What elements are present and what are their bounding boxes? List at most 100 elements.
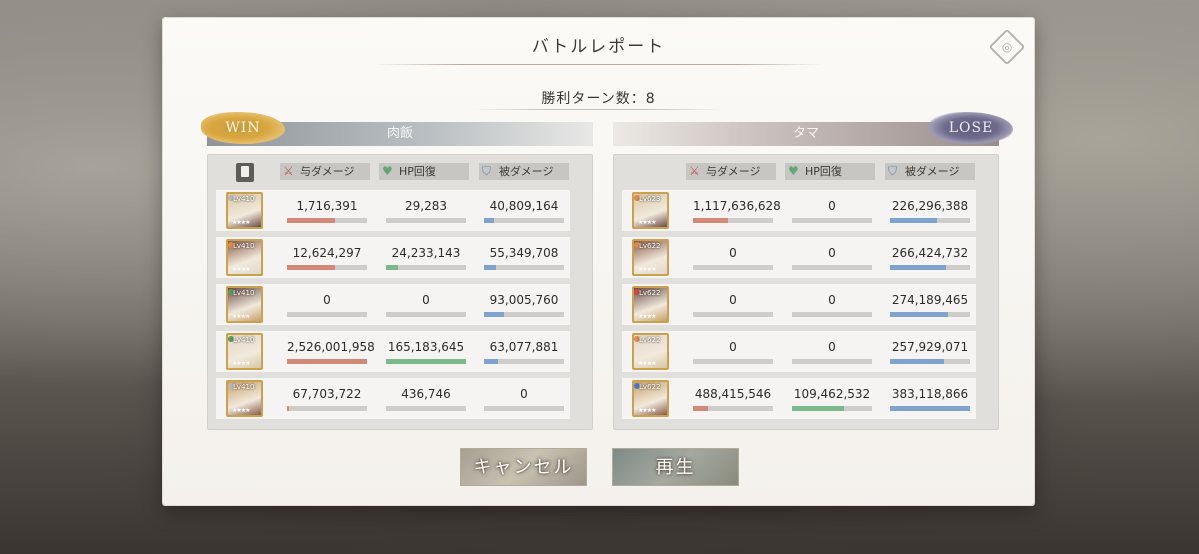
hp-recovered-value: 109,462,532 (793, 387, 871, 401)
hp-recovered-cell: 0 (792, 190, 872, 231)
damage-dealt-value: 2,526,001,958 (287, 340, 375, 354)
damage-taken-value: 40,809,164 (489, 199, 559, 213)
character-avatar[interactable]: Lv622 ★★★★ (632, 239, 669, 276)
header-taken: ⛉ 被ダメージ (885, 163, 975, 180)
damage-dealt-value: 12,624,297 (292, 246, 362, 260)
damage-taken-bar-fill (484, 265, 496, 270)
hp-recovered-bar (792, 312, 872, 317)
level-label: Lv622 (639, 383, 661, 391)
header-hp: ♥ HP回復 (379, 163, 469, 180)
hp-recovered-value: 0 (828, 293, 836, 307)
damage-taken-bar-fill (890, 406, 970, 411)
hp-recovered-cell: 0 (792, 284, 872, 325)
damage-dealt-bar (287, 359, 367, 364)
character-avatar[interactable]: Lv410 ★★★★ (226, 192, 263, 229)
header-taken: ⛉ 被ダメージ (479, 163, 569, 180)
play-button[interactable]: 再生 (612, 448, 739, 486)
rarity-stars-icon: ★★★★ (638, 266, 656, 273)
hp-recovered-bar (792, 359, 872, 364)
rarity-stars-icon: ★★★★ (638, 360, 656, 367)
hp-recovered-bar (386, 406, 466, 411)
damage-dealt-cell: 1,117,636,628 (693, 190, 781, 231)
header-hp: ♥ HP回復 (785, 163, 875, 180)
hp-recovered-value: 0 (828, 340, 836, 354)
damage-dealt-value: 488,415,546 (694, 387, 772, 401)
damage-dealt-bar-fill (693, 406, 708, 411)
hp-recovered-bar (792, 406, 872, 411)
character-avatar[interactable]: Lv410 ★★★★ (226, 239, 263, 276)
right-team: タマ LOSE ⚔ 与ダメージ ♥ HP回復 ⛉ 被ダメージ Lv623 ★★★★ 1,1… (613, 112, 1013, 430)
damage-taken-value: 0 (520, 387, 528, 401)
header-damage-label: 与ダメージ (706, 165, 761, 178)
damage-taken-bar-fill (484, 312, 504, 317)
member-row: Lv622 ★★★★ 0 0 274,189,465 (622, 284, 976, 325)
character-avatar[interactable]: Lv410 ★★★★ (226, 333, 263, 370)
damage-dealt-cell: 0 (693, 331, 773, 372)
member-row: Lv623 ★★★★ 1,117,636,628 0 226,296,388 (622, 190, 976, 231)
victory-turns: 勝利ターン数：8 (541, 91, 656, 107)
header-hp-label: HP回復 (805, 165, 842, 178)
left-team-panel: ⚔ 与ダメージ ♥ HP回復 ⛉ 被ダメージ Lv410 ★★★★ 1,716,391 29… (207, 154, 593, 430)
damage-taken-bar-fill (484, 218, 494, 223)
member-row: Lv622 ★★★★ 0 0 266,424,732 (622, 237, 976, 278)
turns-divider (473, 109, 724, 110)
character-avatar[interactable]: Lv410 ★★★★ (226, 286, 263, 323)
shield-icon: ⛉ (482, 164, 492, 178)
level-label: Lv622 (639, 242, 661, 250)
rarity-stars-icon: ★★★★ (232, 360, 250, 367)
damage-taken-bar (484, 218, 564, 223)
damage-dealt-cell: 0 (693, 237, 773, 278)
damage-dealt-bar (693, 312, 773, 317)
sword-icon: ⚔ (689, 164, 700, 178)
header-damage: ⚔ 与ダメージ (686, 163, 776, 180)
member-row: Lv622 ★★★★ 488,415,546 109,462,532 383,118,8… (622, 378, 976, 419)
damage-dealt-value: 0 (729, 246, 737, 260)
rarity-stars-icon: ★★★★ (232, 266, 250, 273)
damage-dealt-bar (287, 265, 367, 270)
damage-dealt-bar (693, 218, 773, 223)
sword-icon: ⚔ (283, 164, 294, 178)
copy-icon[interactable] (236, 163, 254, 182)
character-avatar[interactable]: Lv623 ★★★★ (632, 192, 669, 229)
hp-recovered-bar (386, 265, 466, 270)
rarity-stars-icon: ★★★★ (232, 313, 250, 320)
damage-taken-bar-fill (890, 312, 948, 317)
rarity-stars-icon: ★★★★ (638, 219, 656, 226)
damage-taken-cell: 274,189,465 (890, 284, 970, 325)
damage-taken-bar (484, 359, 564, 364)
damage-taken-cell: 63,077,881 (484, 331, 564, 372)
rarity-stars-icon: ★★★★ (638, 407, 656, 414)
damage-taken-bar-fill (890, 218, 937, 223)
damage-dealt-value: 0 (729, 293, 737, 307)
level-label: Lv410 (233, 242, 255, 250)
damage-taken-cell: 93,005,760 (484, 284, 564, 325)
member-row: Lv410 ★★★★ 1,716,391 29,283 40,809,164 (216, 190, 570, 231)
damage-dealt-cell: 0 (693, 284, 773, 325)
character-avatar[interactable]: Lv622 ★★★★ (632, 333, 669, 370)
damage-taken-bar (890, 359, 970, 364)
damage-taken-value: 55,349,708 (489, 246, 559, 260)
character-avatar[interactable]: Lv410 ★★★★ (226, 380, 263, 417)
damage-dealt-value: 0 (729, 340, 737, 354)
damage-dealt-bar (693, 406, 773, 411)
damage-dealt-bar (693, 359, 773, 364)
damage-dealt-value: 0 (323, 293, 331, 307)
member-row: Lv622 ★★★★ 0 0 257,929,071 (622, 331, 976, 372)
damage-taken-bar (484, 312, 564, 317)
damage-taken-bar (484, 406, 564, 411)
character-avatar[interactable]: Lv622 ★★★★ (632, 286, 669, 323)
damage-dealt-cell: 67,703,722 (287, 378, 367, 419)
rarity-stars-icon: ★★★★ (638, 313, 656, 320)
damage-taken-value: 383,118,866 (891, 387, 969, 401)
hp-recovered-cell: 0 (386, 284, 466, 325)
member-row: Lv410 ★★★★ 0 0 93,005,760 (216, 284, 570, 325)
damage-dealt-bar-fill (287, 406, 289, 411)
hp-recovered-value: 436,746 (401, 387, 451, 401)
cancel-button[interactable]: キャンセル (460, 448, 587, 486)
character-avatar[interactable]: Lv622 ★★★★ (632, 380, 669, 417)
damage-taken-value: 257,929,071 (891, 340, 969, 354)
hp-recovered-bar-fill (792, 406, 844, 411)
hp-recovered-cell: 24,233,143 (386, 237, 466, 278)
hp-recovered-cell: 109,462,532 (792, 378, 872, 419)
damage-taken-cell: 0 (484, 378, 564, 419)
